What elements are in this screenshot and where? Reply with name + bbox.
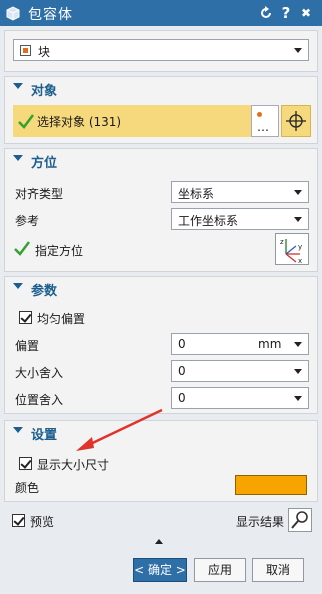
preview-checkbox[interactable] bbox=[12, 514, 25, 527]
annotation-arrow bbox=[76, 408, 163, 451]
expand-up-icon[interactable] bbox=[155, 539, 163, 544]
show-result-button[interactable] bbox=[288, 508, 312, 532]
show-dims-checkbox[interactable] bbox=[19, 457, 32, 470]
preview-row: 预览 显示结果 bbox=[0, 506, 322, 536]
color-swatch[interactable] bbox=[235, 475, 307, 495]
svg-text:z: z bbox=[280, 238, 284, 246]
objects-title: 对象 bbox=[31, 84, 58, 99]
reset-button[interactable] bbox=[256, 3, 276, 23]
ellipsis-icon: … bbox=[257, 120, 270, 134]
chevron-down-icon bbox=[294, 217, 302, 222]
csys-dialog-button[interactable]: z y x bbox=[275, 233, 309, 265]
align-type-value: 坐标系 bbox=[178, 187, 215, 201]
svg-text:x: x bbox=[298, 257, 302, 264]
uniform-offset-label: 均匀偏置 bbox=[37, 312, 86, 326]
orientation-title: 方位 bbox=[31, 156, 58, 171]
chevron-down-icon bbox=[294, 190, 302, 195]
collapse-arrow-icon bbox=[13, 283, 23, 289]
color-label: 颜色 bbox=[15, 481, 40, 495]
cube-icon bbox=[6, 6, 20, 21]
offset-value: 0 bbox=[178, 337, 186, 351]
chevron-down-icon bbox=[294, 342, 302, 347]
ok-button[interactable]: < 确定 > bbox=[133, 558, 187, 582]
show-dims-label: 显示大小尺寸 bbox=[37, 458, 110, 472]
reference-label: 参考 bbox=[15, 214, 40, 228]
size-round-value: 0 bbox=[178, 364, 186, 378]
parameters-title: 参数 bbox=[31, 284, 58, 299]
collapse-arrow-icon bbox=[13, 155, 23, 161]
footer-bar: < 确定 > 应用 取消 bbox=[0, 550, 322, 594]
apply-button[interactable]: 应用 bbox=[194, 558, 246, 582]
svg-text:y: y bbox=[298, 243, 302, 251]
orientation-header[interactable]: 方位 bbox=[5, 149, 317, 171]
position-round-label: 位置舍入 bbox=[15, 393, 64, 407]
type-value: 块 bbox=[38, 45, 51, 59]
close-button[interactable]: ✖ bbox=[296, 3, 316, 23]
title-bar: 包容体 ? ✖ bbox=[0, 0, 322, 26]
collapse-arrow-icon bbox=[13, 83, 23, 89]
block-icon bbox=[20, 45, 31, 56]
type-panel: 块 bbox=[4, 30, 318, 72]
align-type-dropdown[interactable]: 坐标系 bbox=[171, 181, 309, 203]
reset-icon bbox=[261, 6, 271, 18]
crosshair-icon bbox=[286, 111, 306, 131]
point-icon bbox=[257, 112, 262, 117]
window-title: 包容体 bbox=[28, 7, 73, 23]
objects-section: 对象 选择对象 (131) … bbox=[4, 76, 318, 144]
help-button[interactable]: ? bbox=[276, 3, 296, 23]
select-object-label: 选择对象 (131) bbox=[37, 115, 122, 129]
orientation-section: 方位 对齐类型 坐标系 参考 工作坐标系 指定方位 z y x bbox=[4, 148, 318, 272]
point-dialog-button[interactable]: … bbox=[251, 105, 279, 137]
specify-orientation-label: 指定方位 bbox=[35, 244, 84, 258]
align-type-label: 对齐类型 bbox=[15, 187, 64, 201]
offset-input[interactable]: 0 mm bbox=[171, 333, 309, 355]
show-result-label: 显示结果 bbox=[236, 515, 285, 529]
green-check-icon bbox=[18, 114, 34, 129]
parameters-header[interactable]: 参数 bbox=[5, 277, 317, 299]
type-dropdown[interactable]: 块 bbox=[13, 39, 309, 61]
objects-header[interactable]: 对象 bbox=[5, 77, 317, 99]
settings-title: 设置 bbox=[31, 428, 58, 443]
position-round-value: 0 bbox=[178, 391, 186, 405]
chevron-down-icon bbox=[294, 396, 302, 401]
offset-unit: mm bbox=[258, 337, 282, 351]
chevron-down-icon bbox=[294, 48, 302, 53]
green-check-icon bbox=[14, 241, 30, 256]
chevron-down-icon bbox=[294, 369, 302, 374]
cancel-button[interactable]: 取消 bbox=[252, 558, 304, 582]
magnifier-icon bbox=[291, 511, 308, 529]
preview-label: 预览 bbox=[30, 515, 55, 529]
collapse-arrow-icon bbox=[13, 427, 23, 433]
parameters-section: 参数 均匀偏置 偏置 0 mm 大小舍入 0 位置舍入 0 bbox=[4, 276, 318, 414]
size-round-label: 大小舍入 bbox=[15, 366, 64, 380]
select-object-row[interactable]: 选择对象 (131) bbox=[13, 105, 251, 137]
offset-label: 偏置 bbox=[15, 339, 40, 353]
reference-value: 工作坐标系 bbox=[178, 214, 239, 228]
reference-dropdown[interactable]: 工作坐标系 bbox=[171, 208, 309, 230]
crosshair-button[interactable] bbox=[281, 105, 311, 137]
uniform-offset-checkbox[interactable] bbox=[19, 311, 32, 324]
position-round-input[interactable]: 0 bbox=[171, 387, 309, 409]
size-round-input[interactable]: 0 bbox=[171, 360, 309, 382]
csys-icon: z y x bbox=[280, 238, 302, 265]
